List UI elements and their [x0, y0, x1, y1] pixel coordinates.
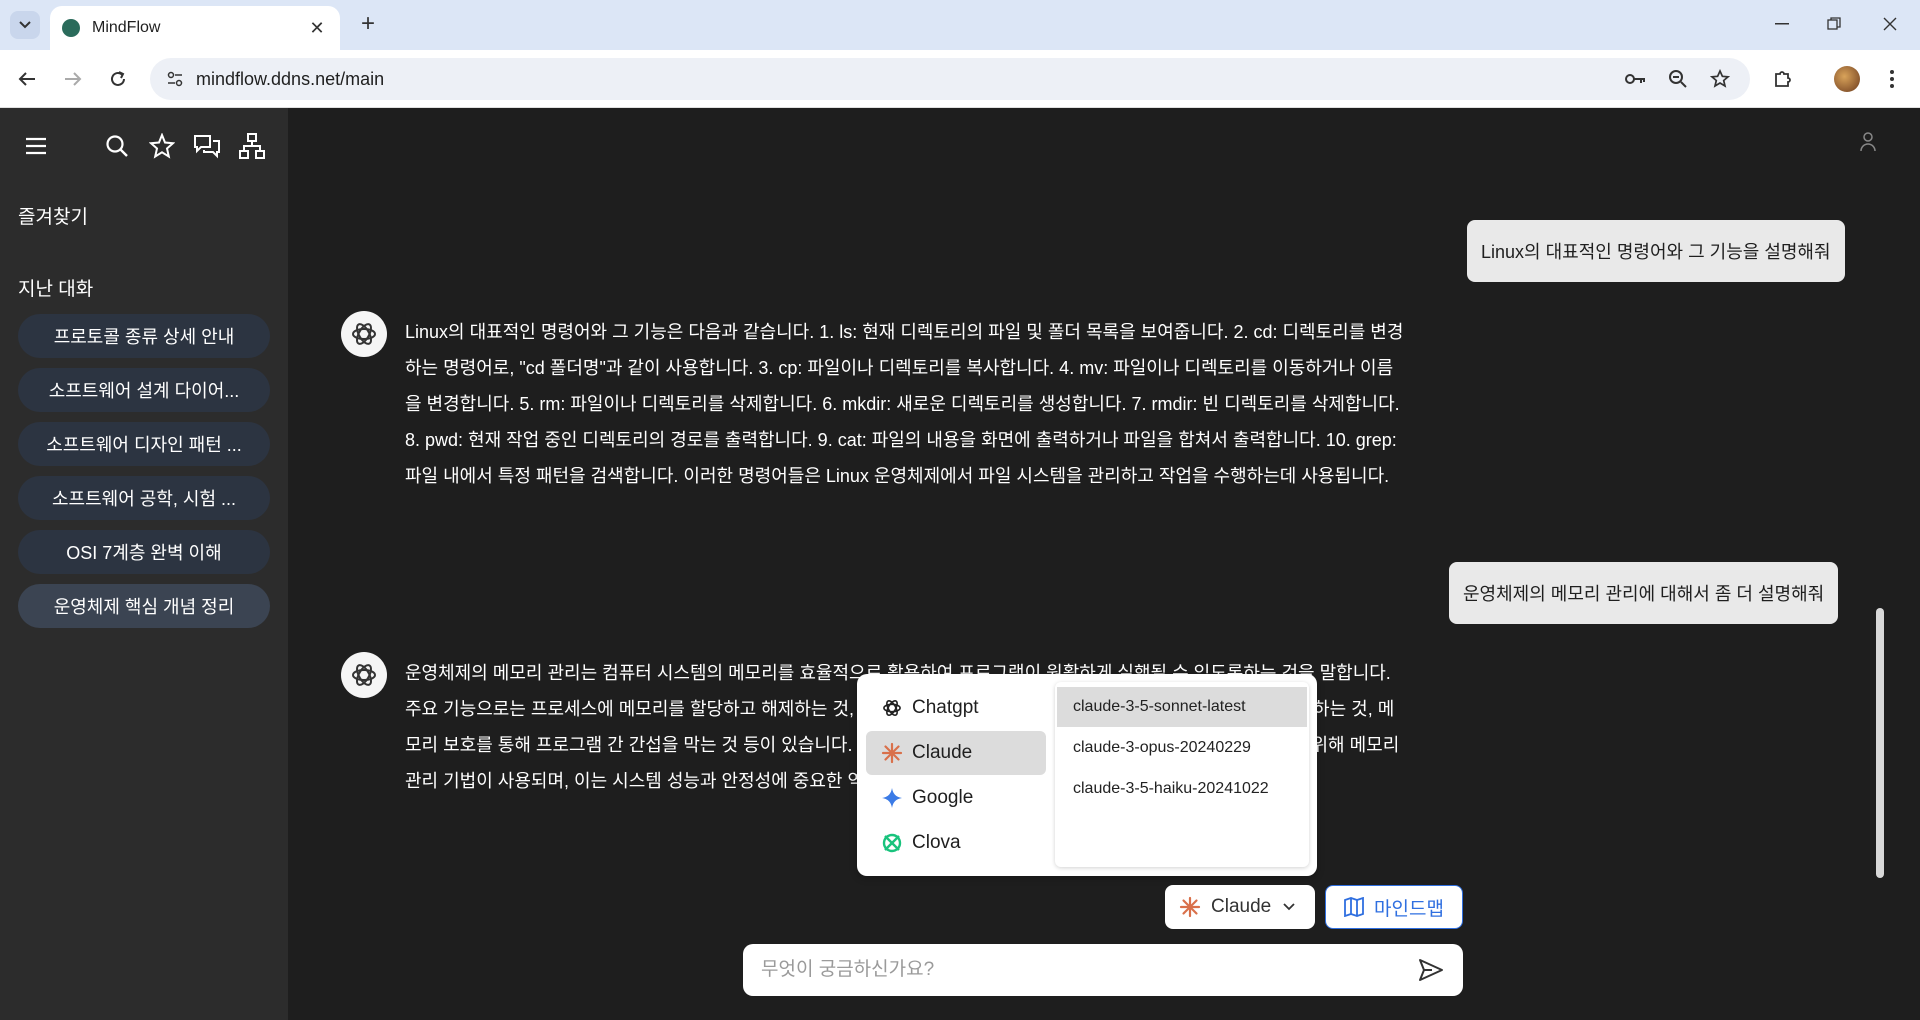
chat-scrollbar[interactable]	[1876, 608, 1884, 878]
history-item[interactable]: 소프트웨어 디자인 패턴 ...	[18, 422, 270, 466]
history-item[interactable]: 프로토콜 종류 상세 안내	[18, 314, 270, 358]
history-heading: 지난 대화	[18, 279, 94, 300]
user-message-text: Linux의 대표적인 명령어와 그 기능을 설명해줘	[1481, 242, 1831, 262]
model-option[interactable]: claude-3-5-sonnet-latest	[1057, 687, 1307, 727]
user-message: Linux의 대표적인 명령어와 그 기능을 설명해줘	[1467, 220, 1845, 282]
mindmap-button[interactable]: 마인드맵	[1325, 885, 1463, 929]
close-icon	[1883, 17, 1897, 31]
chat-area: Linux의 대표적인 명령어와 그 기능을 설명해줘 Linux의 대표적인 …	[288, 108, 1920, 1020]
model-select-label: Claude	[1211, 896, 1272, 917]
password-key-icon[interactable]	[1624, 67, 1648, 91]
site-favicon-icon	[62, 19, 80, 37]
bookmark-star-icon[interactable]	[1708, 67, 1732, 91]
favorites-star-icon[interactable]	[146, 130, 178, 162]
provider-clova[interactable]: Clova	[866, 821, 1046, 865]
new-tab-button[interactable]: +	[355, 12, 381, 38]
reload-icon	[111, 71, 125, 86]
tab-search-button[interactable]	[10, 11, 40, 39]
reload-button[interactable]	[103, 64, 133, 94]
gemini-icon	[880, 786, 904, 810]
provider-claude[interactable]: Claude	[866, 731, 1046, 775]
model-option-label: claude-3-opus-20240229	[1073, 739, 1251, 756]
history-item-active[interactable]: 운영체제 핵심 개념 정리	[18, 584, 270, 628]
provider-google[interactable]: Google	[866, 776, 1046, 820]
history-item-label: 프로토콜 종류 상세 안내	[53, 327, 235, 347]
model-option[interactable]: claude-3-opus-20240229	[1057, 728, 1307, 768]
provider-chatgpt[interactable]: Chatgpt	[866, 686, 1046, 730]
provider-label: Google	[912, 787, 974, 808]
tab-close-icon[interactable]: ✕	[306, 18, 328, 39]
provider-label: Clova	[912, 832, 961, 853]
chevron-down-icon	[19, 21, 31, 29]
extensions-puzzle-icon[interactable]	[1768, 64, 1798, 94]
model-option-label: claude-3-5-haiku-20241022	[1073, 780, 1269, 797]
browser-menu-icon[interactable]	[1880, 64, 1904, 94]
history-item[interactable]: 소프트웨어 공학, 시험 ...	[18, 476, 270, 520]
mindmap-tree-icon[interactable]	[236, 130, 268, 162]
claude-icon	[880, 741, 904, 765]
browser-tab-bar: MindFlow ✕ +	[0, 0, 1920, 50]
user-message: 운영체제의 메모리 관리에 대해서 좀 더 설명해줘	[1449, 562, 1839, 624]
map-icon	[1344, 897, 1364, 917]
url-text: mindflow.ddns.net/main	[196, 68, 385, 89]
openai-icon	[352, 664, 376, 686]
address-bar[interactable]: mindflow.ddns.net/main	[150, 58, 1750, 100]
restore-button[interactable]	[1814, 10, 1854, 38]
menu-hamburger-icon[interactable]	[20, 130, 52, 162]
history-item[interactable]: OSI 7계층 완벽 이해	[18, 530, 270, 574]
model-option-label: claude-3-5-sonnet-latest	[1073, 698, 1246, 715]
zoom-icon[interactable]	[1666, 67, 1690, 91]
assistant-avatar	[341, 652, 387, 698]
provider-label: Chatgpt	[912, 697, 979, 718]
openai-icon	[352, 323, 376, 345]
chevron-down-icon	[1283, 903, 1295, 911]
claude-icon	[1179, 896, 1201, 918]
chat-input-box	[743, 944, 1463, 996]
openai-icon	[880, 696, 904, 720]
back-button[interactable]	[12, 64, 42, 94]
send-button[interactable]	[1417, 957, 1445, 983]
model-select-button[interactable]: Claude	[1165, 885, 1315, 929]
model-option[interactable]: claude-3-5-haiku-20241022	[1057, 769, 1307, 809]
user-message-text: 운영체제의 메모리 관리에 대해서 좀 더 설명해줘	[1463, 584, 1825, 604]
browser-tab[interactable]: MindFlow ✕	[50, 6, 340, 50]
provider-label: Claude	[912, 742, 973, 763]
chat-bubbles-icon[interactable]	[191, 130, 223, 162]
history-item-label: 소프트웨어 공학, 시험 ...	[51, 489, 237, 509]
sidebar: 즐겨찾기 지난 대화 프로토콜 종류 상세 안내 소프트웨어 설계 다이어...…	[0, 108, 288, 1020]
history-item-label: 운영체제 핵심 개념 정리	[53, 597, 235, 617]
site-info-icon[interactable]	[166, 70, 184, 88]
browser-toolbar: mindflow.ddns.net/main	[0, 50, 1920, 108]
arrow-right-icon	[65, 72, 82, 86]
favorites-heading: 즐겨찾기	[18, 207, 88, 228]
chat-input[interactable]	[761, 959, 1381, 981]
close-window-button[interactable]	[1870, 10, 1910, 38]
user-account-icon[interactable]	[1858, 130, 1878, 154]
mindmap-label: 마인드맵	[1374, 898, 1444, 920]
profile-avatar[interactable]	[1834, 66, 1860, 92]
model-picker-popup: Chatgpt Claude Google Clova claude-3-5-s…	[857, 674, 1317, 876]
minimize-icon	[1775, 23, 1789, 25]
forward-button[interactable]	[58, 64, 88, 94]
minimize-button[interactable]	[1762, 10, 1802, 38]
assistant-avatar	[341, 311, 387, 357]
search-icon[interactable]	[101, 130, 133, 162]
assistant-message-text: Linux의 대표적인 명령어와 그 기능은 다음과 같습니다. 1. ls: …	[405, 322, 1404, 486]
history-item-label: OSI 7계층 완벽 이해	[66, 543, 222, 563]
clova-icon	[880, 831, 904, 855]
model-list: claude-3-5-sonnet-latest claude-3-opus-2…	[1055, 682, 1309, 867]
restore-icon	[1827, 17, 1841, 30]
tab-title: MindFlow	[92, 19, 161, 36]
send-icon	[1419, 959, 1443, 981]
history-item[interactable]: 소프트웨어 설계 다이어...	[18, 368, 270, 412]
history-item-label: 소프트웨어 설계 다이어...	[48, 381, 240, 401]
arrow-left-icon	[18, 72, 35, 86]
history-item-label: 소프트웨어 디자인 패턴 ...	[46, 435, 242, 455]
